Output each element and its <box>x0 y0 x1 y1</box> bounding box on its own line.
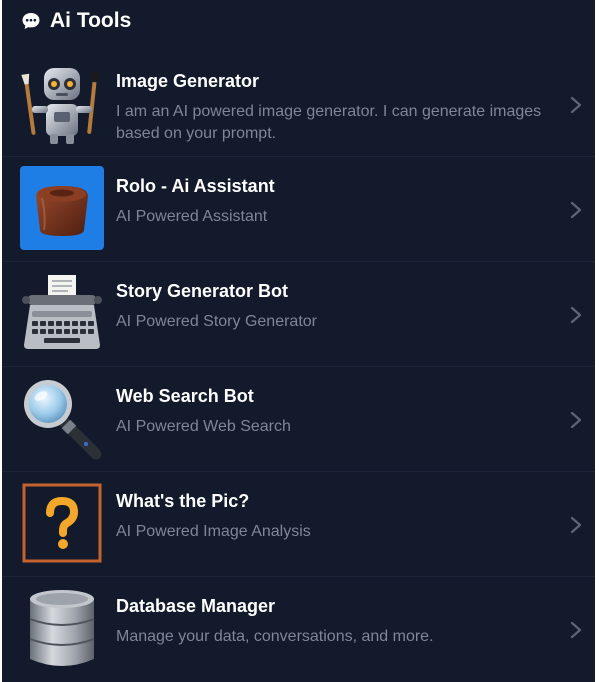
typewriter-icon <box>20 270 104 356</box>
tool-description: Manage your data, conversations, and mor… <box>116 628 434 645</box>
robot-painter-icon <box>20 60 104 146</box>
chevron-right-icon <box>570 96 582 114</box>
tool-title: Image Generator <box>116 71 260 91</box>
ai-tools-panel: Ai Tools Image Generator I am an AI powe… <box>2 0 595 682</box>
chat-bubble-icon <box>21 11 41 31</box>
panel-header: Ai Tools <box>2 0 595 42</box>
question-mark-icon <box>20 480 104 566</box>
tool-description: AI Powered Web Search <box>116 418 291 435</box>
tool-item-web-search[interactable]: Web Search Bot AI Powered Web Search <box>2 367 595 472</box>
chevron-right-icon <box>570 516 582 534</box>
tool-item-image-generator[interactable]: Image Generator I am an AI powered image… <box>2 52 595 157</box>
tool-item-story-generator[interactable]: Story Generator Bot AI Powered Story Gen… <box>2 262 595 367</box>
magnifying-glass-icon <box>20 375 104 461</box>
tool-title: What's the Pic? <box>116 491 250 511</box>
chocolate-icon <box>20 165 104 251</box>
tool-description: AI Powered Story Generator <box>116 313 317 330</box>
chevron-right-icon <box>570 411 582 429</box>
tool-title: Web Search Bot <box>116 386 254 406</box>
tool-description: AI Powered Assistant <box>116 208 268 225</box>
tool-item-rolo-assistant[interactable]: Rolo - Ai Assistant AI Powered Assistant <box>2 157 595 262</box>
page-title: Ai Tools <box>50 9 132 32</box>
database-stack-icon <box>20 585 104 671</box>
chevron-right-icon <box>570 201 582 219</box>
chevron-right-icon <box>570 621 582 639</box>
tool-title: Story Generator Bot <box>116 281 289 301</box>
chevron-right-icon <box>570 306 582 324</box>
tool-item-whats-the-pic[interactable]: What's the Pic? AI Powered Image Analysi… <box>2 472 595 577</box>
tool-title: Database Manager <box>116 596 276 616</box>
tool-description: I am an AI powered image generator. I ca… <box>116 103 542 142</box>
tool-list: Image Generator I am an AI powered image… <box>2 52 595 682</box>
tool-item-database-manager[interactable]: Database Manager Manage your data, conve… <box>2 577 595 682</box>
tool-description: AI Powered Image Analysis <box>116 523 311 540</box>
tool-title: Rolo - Ai Assistant <box>116 176 275 196</box>
